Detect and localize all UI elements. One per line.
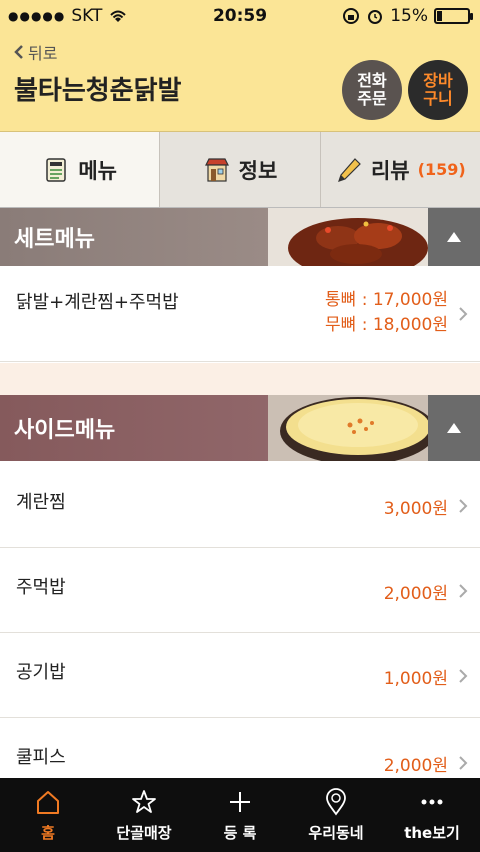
nav-neighborhood-label: 우리동네	[308, 823, 364, 842]
nav-register-label: 등 록	[223, 823, 257, 842]
battery-percent: 15%	[390, 6, 428, 26]
shop-icon	[204, 157, 229, 182]
item-name: 주먹밥	[16, 577, 66, 598]
app-header: ●●●●● SKT 20:59 15% 뒤로 불타는청춘닭발 전화 주문 장바 …	[0, 0, 480, 132]
nav-home[interactable]: 홈	[0, 778, 96, 852]
food-photo	[268, 395, 428, 461]
chevron-right-icon	[459, 756, 468, 770]
food-photo	[268, 208, 428, 266]
chevron-left-icon	[14, 45, 23, 59]
price-boneless: 무뼈 : 18,000원	[325, 315, 448, 335]
phone-order-button[interactable]: 전화 주문	[342, 60, 402, 120]
section-title: 사이드메뉴	[14, 418, 116, 443]
nav-favorite-stores[interactable]: 단골매장	[96, 778, 192, 852]
tab-info[interactable]: 정보	[159, 132, 320, 207]
section-title: 세트메뉴	[14, 227, 95, 252]
chevron-right-icon	[459, 499, 468, 513]
status-bar: ●●●●● SKT 20:59 15%	[0, 0, 480, 32]
menu-item-side[interactable]: 공기밥 1,000원	[0, 634, 480, 718]
item-name: 공기밥	[16, 662, 66, 683]
tab-menu-label: 메뉴	[78, 158, 117, 183]
nav-more-label: the보기	[404, 823, 460, 842]
section-header-set-menu[interactable]: 세트메뉴	[0, 208, 480, 266]
cart-line1: 장바	[423, 71, 453, 90]
tab-info-label: 정보	[238, 158, 278, 183]
price-bone: 통뼈 : 17,000원	[325, 290, 448, 310]
menu-item-side[interactable]: 주먹밥 2,000원	[0, 549, 480, 633]
chevron-right-icon	[459, 584, 468, 598]
more-icon	[421, 799, 443, 804]
triangle-up-icon	[447, 232, 461, 242]
item-name: 닭발+계란찜+주먹밥	[16, 292, 179, 313]
section-header-side-menu[interactable]: 사이드메뉴	[0, 395, 480, 461]
tab-menu[interactable]: 메뉴	[0, 132, 160, 207]
item-price: 2,000원	[383, 584, 448, 604]
cart-button[interactable]: 장바 구니	[408, 60, 468, 120]
item-price: 3,000원	[383, 499, 448, 519]
phone-order-line2: 주문	[357, 89, 387, 108]
rotation-lock-icon	[343, 8, 360, 24]
nav-register[interactable]: 등 록	[192, 778, 288, 852]
item-price: 1,000원	[383, 669, 448, 689]
pencil-icon	[338, 157, 361, 182]
menu-item-side[interactable]: 계란찜 3,000원	[0, 462, 480, 548]
nav-home-label: 홈	[41, 823, 55, 842]
phone-order-line1: 전화	[357, 71, 387, 90]
back-button[interactable]: 뒤로	[14, 40, 57, 64]
chevron-right-icon	[459, 307, 468, 321]
alarm-icon	[368, 10, 383, 24]
nav-favorite-label: 단골매장	[116, 823, 172, 842]
menu-icon	[46, 157, 67, 182]
location-pin-icon	[326, 787, 346, 816]
triangle-up-icon	[447, 423, 461, 433]
item-price: 2,000원	[383, 756, 448, 776]
battery-icon	[434, 8, 473, 24]
collapse-set-menu-button[interactable]	[428, 208, 480, 266]
section-spacer	[0, 363, 480, 395]
tab-bar: 메뉴 정보 리뷰 (159)	[0, 132, 480, 208]
back-label: 뒤로	[28, 44, 58, 63]
cart-line2: 구니	[423, 89, 453, 108]
tab-review[interactable]: 리뷰 (159)	[319, 132, 480, 207]
nav-more[interactable]: the보기	[384, 778, 480, 852]
status-right: 15%	[342, 6, 473, 26]
bottom-nav: 홈 단골매장 등 록 우리동네 the보기	[0, 778, 480, 852]
home-icon	[37, 790, 59, 814]
item-prices: 통뼈 : 17,000원 무뼈 : 18,000원	[325, 288, 448, 338]
item-name: 쿨피스	[16, 747, 66, 768]
collapse-side-menu-button[interactable]	[428, 395, 480, 461]
review-count: (159)	[417, 160, 466, 179]
star-icon	[132, 789, 156, 813]
page-title: 불타는청춘닭발	[14, 76, 182, 106]
battery-fill	[437, 11, 442, 21]
item-name: 계란찜	[16, 492, 66, 513]
tab-review-label: 리뷰	[370, 158, 410, 183]
chevron-right-icon	[459, 669, 468, 683]
nav-neighborhood[interactable]: 우리동네	[288, 778, 384, 852]
plus-icon	[230, 791, 250, 812]
menu-item-set[interactable]: 닭발+계란찜+주먹밥 통뼈 : 17,000원 무뼈 : 18,000원	[0, 266, 480, 362]
